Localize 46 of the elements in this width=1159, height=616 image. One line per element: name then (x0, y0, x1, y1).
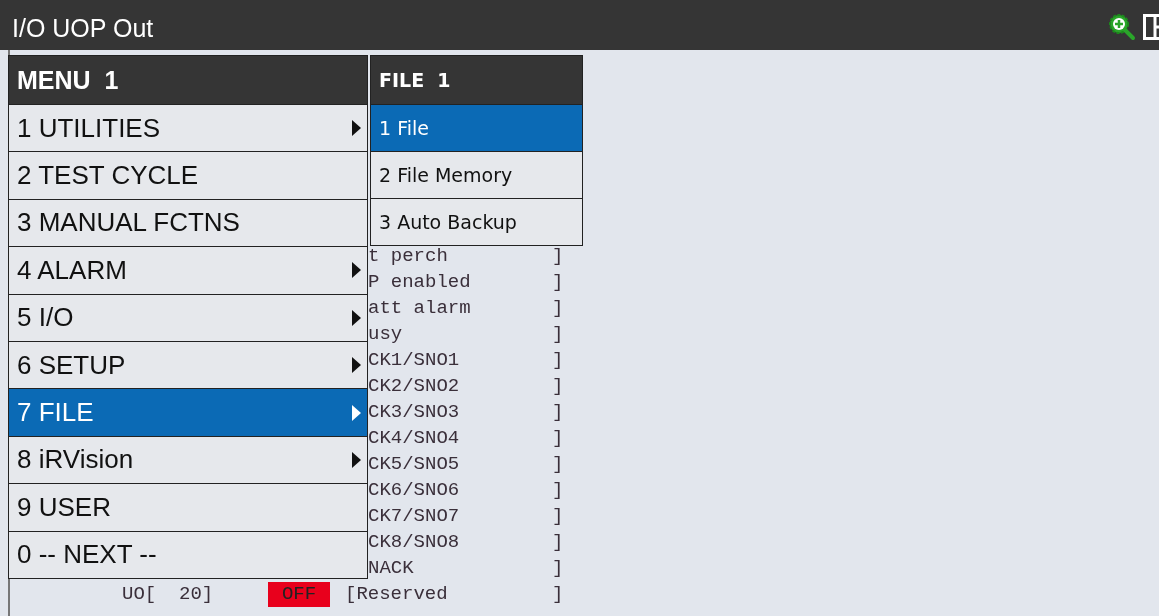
submenu-item[interactable]: 1 File (371, 104, 582, 151)
menu-item[interactable]: 5 I/O (9, 293, 367, 341)
signal-comment: CK8/SNO8 (368, 530, 460, 555)
menu-item[interactable]: 4 ALARM (9, 246, 367, 294)
bracket: ] (552, 348, 564, 373)
menu-item[interactable]: 2 TEST CYCLE (9, 151, 367, 199)
signal-comment: P enabled (368, 270, 471, 295)
signal-comment: CK2/SNO2 (368, 374, 460, 399)
zoom-in-icon[interactable] (1107, 12, 1137, 42)
bracket: ] (552, 556, 564, 581)
menu-header: MENU 1 (9, 56, 367, 104)
bracket: ] (552, 452, 564, 477)
signal-comment: t perch (368, 244, 448, 269)
menu-item[interactable]: 1 UTILITIES (9, 104, 367, 152)
bracket: ] (552, 244, 564, 269)
signal-comment: CK6/SNO6 (368, 478, 460, 503)
signal-comment: CK3/SNO3 (368, 400, 460, 425)
menu-item[interactable]: 8 iRVision (9, 435, 367, 484)
signal-comment: CK7/SNO7 (368, 504, 460, 529)
signal-comment: CK5/SNO5 (368, 452, 460, 477)
menu-item[interactable]: 9 USER (9, 483, 367, 531)
bracket: ] (552, 478, 564, 503)
submenu-item[interactable]: 3 Auto Backup (371, 198, 582, 245)
bracket: ] (552, 322, 564, 347)
status-indicator: OFF (268, 582, 330, 607)
signal-comment: att alarm (368, 296, 471, 321)
bracket: ] (552, 530, 564, 555)
signal-comment: NACK (368, 556, 414, 581)
bracket: ] (552, 400, 564, 425)
bracket: ] (552, 504, 564, 529)
bracket: ] (552, 296, 564, 321)
signal-comment: CK4/SNO4 (368, 426, 460, 451)
submenu-item[interactable]: 2 File Memory (371, 151, 582, 198)
menu-item[interactable]: 7 FILE (9, 388, 367, 436)
submenu-header: FILE 1 (371, 56, 582, 104)
menu-item[interactable]: 0 -- NEXT -- (9, 530, 367, 578)
signal-label: UO[ 20] (122, 582, 214, 607)
bracket: ] (552, 426, 564, 451)
window-title: I/O UOP Out (12, 13, 154, 43)
signal-comment: [Reserved (345, 582, 448, 607)
bracket: ] (552, 374, 564, 399)
menu-item[interactable]: 3 MANUAL FCTNS (9, 198, 367, 247)
signal-comment: CK1/SNO1 (368, 348, 460, 373)
signal-comment: usy (368, 322, 403, 347)
bracket: ] (552, 270, 564, 295)
bracket: ] (552, 582, 564, 607)
